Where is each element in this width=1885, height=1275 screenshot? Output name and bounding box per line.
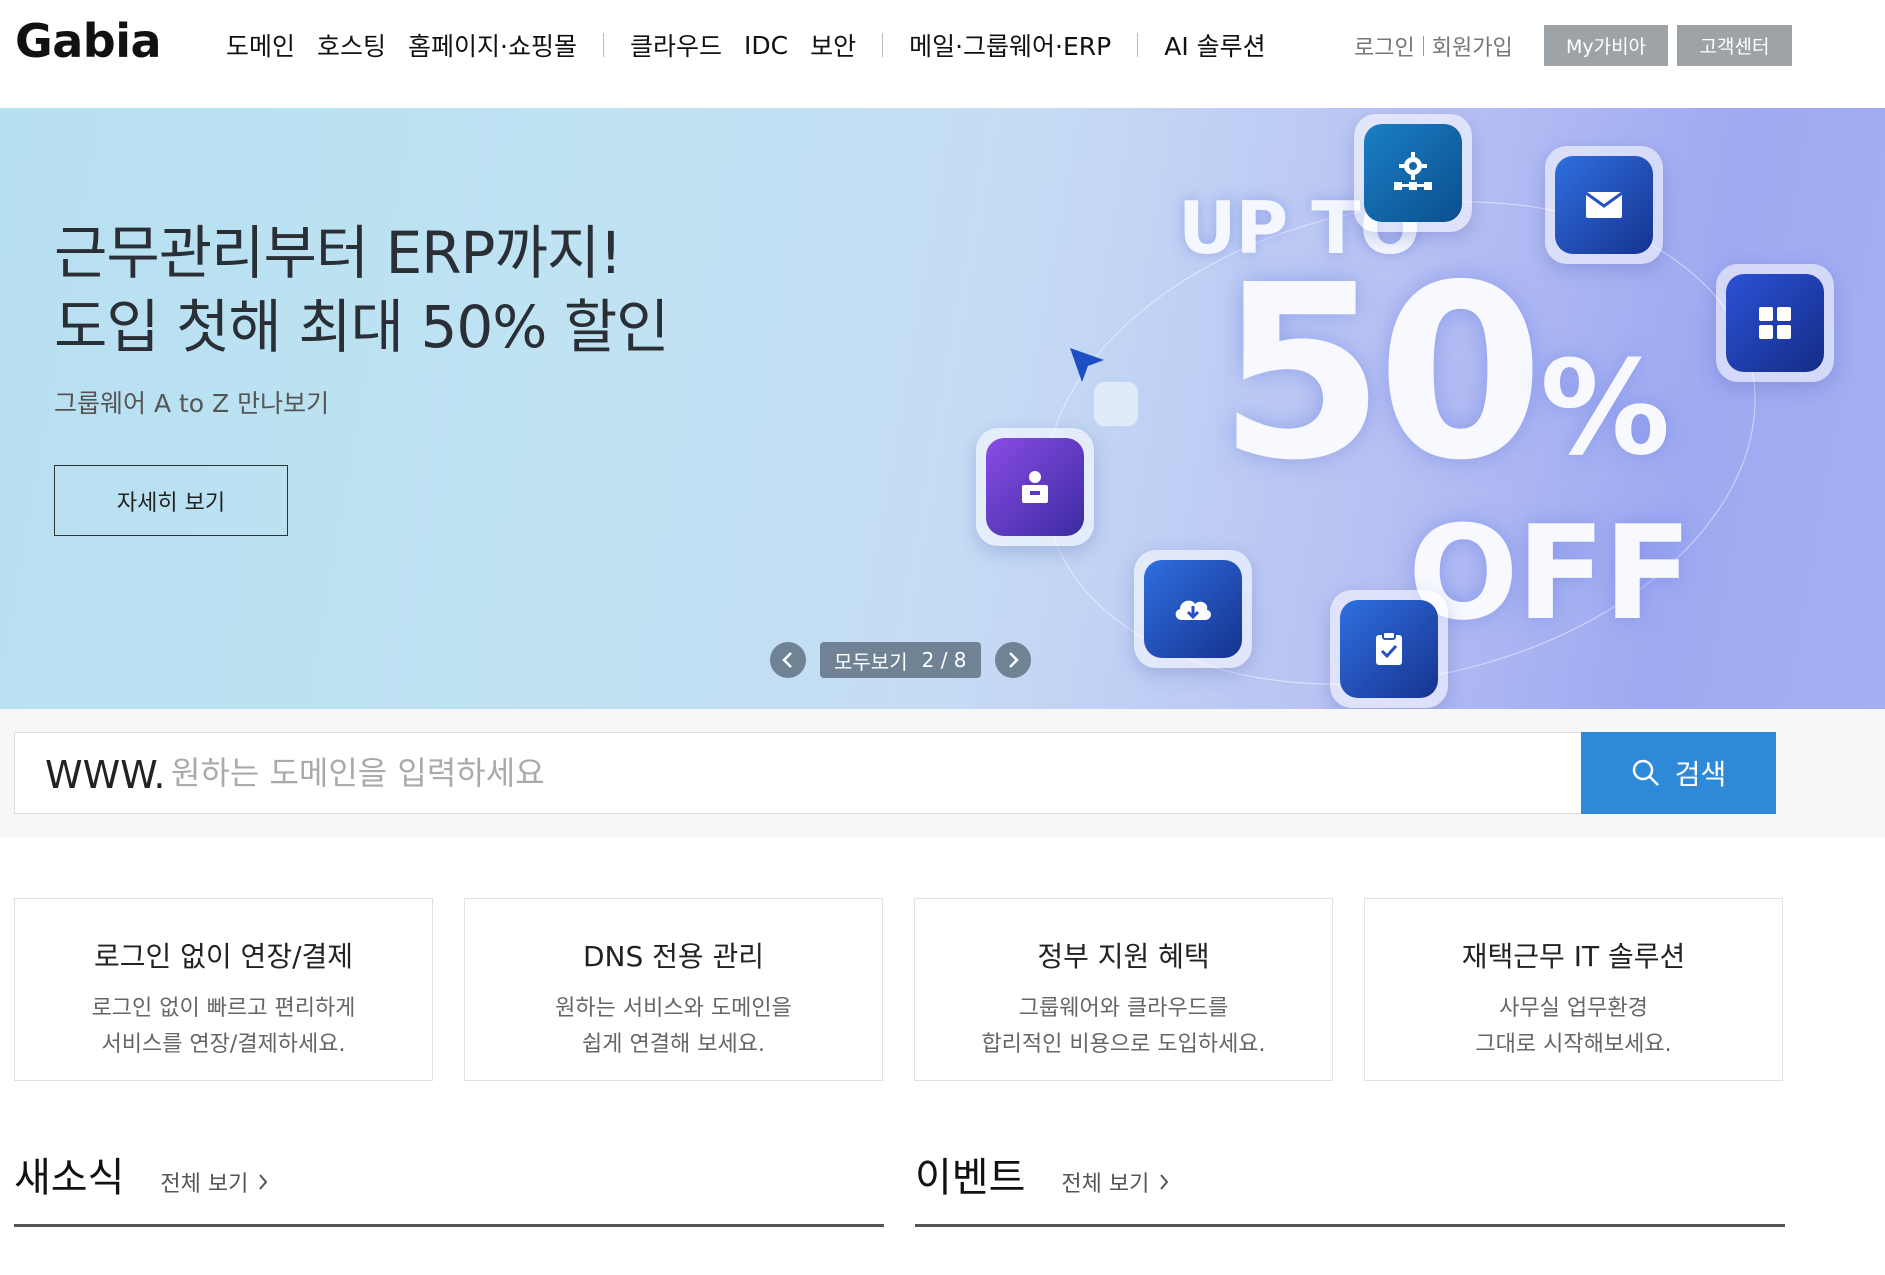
nav-hosting[interactable]: 호스팅 bbox=[317, 27, 386, 63]
search-icon bbox=[1632, 759, 1659, 786]
prev-slide-button[interactable] bbox=[770, 642, 806, 678]
nav-domain[interactable]: 도메인 bbox=[226, 27, 295, 63]
card-title: 로그인 없이 연장/결제 bbox=[93, 940, 354, 973]
promo-off: OFF bbox=[1408, 497, 1692, 649]
nav-divider bbox=[882, 33, 884, 57]
search-button-label: 검색 bbox=[1674, 758, 1727, 791]
events-view-all-link[interactable]: 전체 보기 bbox=[1061, 1166, 1169, 1198]
chevron-left-icon bbox=[782, 652, 792, 668]
card-title: 정부 지원 혜택 bbox=[1037, 940, 1210, 973]
banner-title-line1: 근무관리부터 ERP까지! bbox=[54, 219, 622, 287]
user-badge-icon bbox=[976, 428, 1094, 546]
logo[interactable]: Gabia bbox=[15, 14, 162, 68]
nav-idc[interactable]: IDC bbox=[744, 31, 788, 60]
news-header: 새소식 전체 보기 bbox=[14, 1145, 884, 1203]
news-view-all-link[interactable]: 전체 보기 bbox=[160, 1166, 268, 1198]
view-all-pager[interactable]: 모두보기 2 / 8 bbox=[820, 642, 981, 678]
banner-subtitle: 그룹웨어 A to Z 만나보기 bbox=[54, 389, 330, 418]
card-desc-line2: 합리적인 비용으로 도입하세요. bbox=[981, 1032, 1266, 1057]
card-desc-line2: 서비스를 연장/결제하세요. bbox=[101, 1032, 346, 1057]
card-remote-work-solution[interactable]: 재택근무 IT 솔루션 사무실 업무환경 그대로 시작해보세요. bbox=[1364, 898, 1783, 1081]
site-header: Gabia 도메인 호스팅 홈페이지·쇼핑몰 클라우드 IDC 보안 메일·그룹… bbox=[0, 0, 1885, 108]
events-divider bbox=[915, 1224, 1785, 1227]
chevron-right-icon bbox=[1008, 652, 1019, 668]
banner-title-line2: 도입 첫해 최대 50% 할인 bbox=[54, 293, 670, 361]
hero-banner[interactable]: 근무관리부터 ERP까지! 도입 첫해 최대 50% 할인 그룹웨어 A to … bbox=[0, 108, 1885, 709]
mail-icon bbox=[1545, 146, 1663, 264]
promo-percent: % bbox=[1540, 332, 1671, 484]
chevron-right-icon bbox=[1160, 1174, 1169, 1190]
next-slide-button[interactable] bbox=[994, 642, 1031, 678]
util-divider bbox=[1422, 36, 1424, 56]
events-section: 이벤트 전체 보기 bbox=[915, 1145, 1785, 1227]
events-header: 이벤트 전체 보기 bbox=[915, 1145, 1785, 1203]
card-desc-line2: 쉽게 연결해 보세요. bbox=[582, 1032, 765, 1057]
domain-search-band: WWW. 검색 bbox=[0, 709, 1885, 837]
events-view-all-label: 전체 보기 bbox=[1061, 1172, 1150, 1197]
nav-security[interactable]: 보안 bbox=[810, 27, 856, 63]
promo-number: 50 bbox=[1218, 233, 1544, 513]
card-title: 재택근무 IT 솔루션 bbox=[1461, 940, 1686, 973]
banner-detail-button[interactable]: 자세히 보기 bbox=[54, 465, 288, 536]
quick-service-cards: 로그인 없이 연장/결제 로그인 없이 빠르고 편리하게 서비스를 연장/결제하… bbox=[14, 898, 1783, 1081]
grid-apps-icon bbox=[1716, 264, 1834, 382]
decorative-tile bbox=[1094, 382, 1138, 426]
card-desc-line2: 그대로 시작해보세요. bbox=[1475, 1032, 1672, 1057]
nav-divider bbox=[1137, 33, 1139, 57]
nav-homepage-shop[interactable]: 홈페이지·쇼핑몰 bbox=[408, 27, 577, 63]
card-desc-line1: 로그인 없이 빠르고 편리하게 bbox=[91, 996, 356, 1021]
card-dns-management[interactable]: DNS 전용 관리 원하는 서비스와 도메인을 쉽게 연결해 보세요. bbox=[464, 898, 883, 1081]
domain-search-box: WWW. bbox=[14, 732, 1581, 814]
news-section: 새소식 전체 보기 bbox=[14, 1145, 884, 1227]
www-prefix: WWW. bbox=[45, 753, 166, 797]
card-desc-line1: 사무실 업무환경 bbox=[1499, 996, 1648, 1021]
news-view-all-label: 전체 보기 bbox=[160, 1172, 249, 1197]
card-government-support[interactable]: 정부 지원 혜택 그룹웨어와 클라우드를 합리적인 비용으로 도입하세요. bbox=[914, 898, 1333, 1081]
banner-title: 근무관리부터 ERP까지! 도입 첫해 최대 50% 할인 bbox=[54, 216, 670, 364]
nav-ai-solution[interactable]: AI 솔루션 bbox=[1164, 27, 1265, 63]
my-gabia-button[interactable]: My가비아 bbox=[1544, 25, 1668, 66]
card-desc-line1: 원하는 서비스와 도메인을 bbox=[555, 996, 792, 1021]
gear-network-icon bbox=[1354, 114, 1472, 232]
login-link[interactable]: 로그인 bbox=[1354, 30, 1415, 62]
card-title: DNS 전용 관리 bbox=[582, 940, 765, 973]
chevron-right-icon bbox=[259, 1174, 268, 1190]
card-renew-without-login[interactable]: 로그인 없이 연장/결제 로그인 없이 빠르고 편리하게 서비스를 연장/결제하… bbox=[14, 898, 433, 1081]
clipboard-check-icon bbox=[1330, 590, 1448, 708]
main-nav: 도메인 호스팅 홈페이지·쇼핑몰 클라우드 IDC 보안 메일·그룹웨어·ERP… bbox=[226, 28, 1288, 62]
view-all-label: 모두보기 bbox=[834, 649, 908, 674]
card-desc-line1: 그룹웨어와 클라우드를 bbox=[1018, 996, 1229, 1021]
cloud-download-icon bbox=[1134, 550, 1252, 668]
search-button[interactable]: 검색 bbox=[1581, 732, 1776, 814]
signup-link[interactable]: 회원가입 bbox=[1432, 30, 1513, 62]
nav-divider bbox=[602, 33, 604, 57]
user-links: 로그인 회원가입 bbox=[1354, 30, 1513, 62]
banner-carousel-controls: 모두보기 2 / 8 bbox=[770, 642, 1031, 678]
domain-search-input[interactable] bbox=[171, 733, 1571, 813]
customer-center-button[interactable]: 고객센터 bbox=[1677, 25, 1792, 66]
nav-mail-groupware-erp[interactable]: 메일·그룹웨어·ERP bbox=[909, 27, 1111, 63]
slide-indicator: 2 / 8 bbox=[921, 648, 967, 672]
events-title: 이벤트 bbox=[915, 1155, 1026, 1201]
news-divider bbox=[14, 1224, 884, 1227]
nav-cloud[interactable]: 클라우드 bbox=[630, 27, 722, 63]
news-title: 새소식 bbox=[14, 1155, 125, 1201]
